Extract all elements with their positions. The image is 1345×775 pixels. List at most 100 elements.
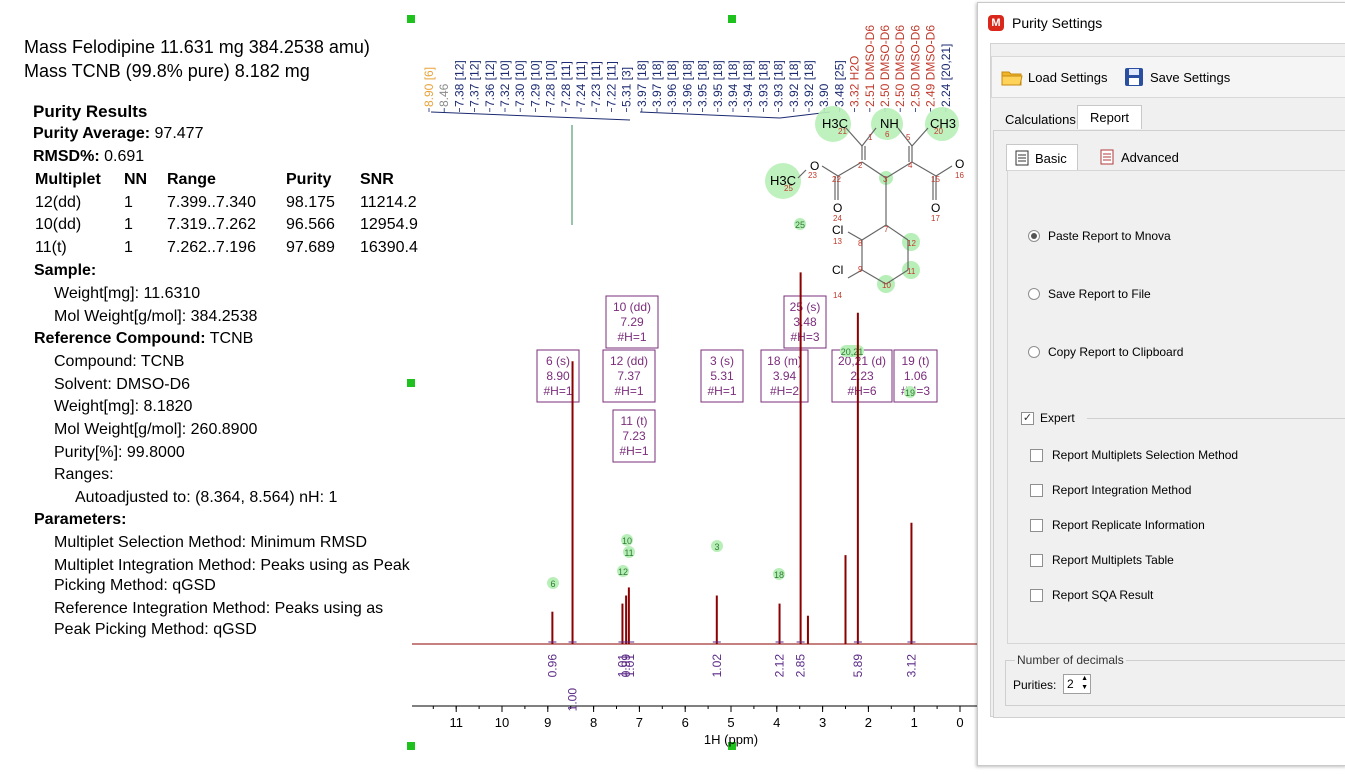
mnova-logo-icon: M — [988, 15, 1004, 31]
radio-button[interactable] — [1028, 288, 1040, 300]
atom-label: 5 — [906, 133, 911, 142]
integral-label: 3.12 — [904, 654, 918, 678]
atom-label: 10 — [882, 281, 891, 290]
radio-save-report[interactable]: Save Report to File — [1028, 287, 1151, 301]
checkbox[interactable] — [1030, 483, 1043, 497]
multiplet-box-text: 19 (t) — [901, 354, 929, 368]
radio-button[interactable] — [1028, 230, 1040, 242]
check-report-integration-method[interactable]: Report Integration Method — [1030, 483, 1191, 497]
checkbox[interactable] — [1030, 518, 1043, 532]
assignment-label: 19 — [905, 388, 915, 398]
x-tick-label: 4 — [773, 715, 780, 730]
peak-label: 7.37 [12] — [468, 60, 482, 107]
x-tick-label: 9 — [544, 715, 551, 730]
peak-label: 7.30 [10] — [513, 60, 527, 107]
peak-label: 7.32 [10] — [498, 60, 512, 107]
atom-label: 25 — [784, 184, 793, 193]
x-axis-label: 1H (ppm) — [704, 732, 758, 747]
peak-label: 3.32 H2O — [848, 56, 862, 107]
atom-label: 1 — [868, 133, 873, 142]
check-report-sqa-result[interactable]: Report SQA Result — [1030, 588, 1153, 602]
peak-label: 3.93 [18] — [756, 60, 770, 107]
x-tick-label: 11 — [449, 715, 463, 730]
load-settings-label: Load Settings — [1028, 69, 1108, 85]
atom-label: 14 — [833, 291, 842, 300]
spin-down-icon[interactable]: ▼ — [1081, 684, 1088, 691]
subtab-advanced[interactable]: Advanced — [1091, 144, 1189, 170]
integral-label: 1.00 — [566, 688, 580, 712]
peak-label: 2.50 DMSO-D6 — [908, 25, 922, 107]
atom-label: 24 — [833, 214, 842, 223]
multiplet-box-text: 6 (s) — [546, 354, 570, 368]
x-tick-label: 3 — [819, 715, 826, 730]
check-report-multiplets-table[interactable]: Report Multiplets Table — [1030, 553, 1174, 567]
spin-up-icon[interactable]: ▲ — [1081, 675, 1088, 682]
purities-spinbox[interactable]: 2 ▲ ▼ — [1063, 674, 1091, 694]
atom-label: NH — [880, 116, 899, 131]
x-tick-label: 8 — [590, 715, 597, 730]
peak-label: 5.31 [3] — [620, 67, 634, 107]
dialog-titlebar[interactable]: M Purity Settings — [978, 3, 1345, 43]
peak-label: 7.23 [11] — [589, 61, 603, 107]
peak-label: 3.97 [18] — [650, 60, 664, 107]
load-settings-button[interactable]: Load Settings — [1001, 64, 1108, 90]
dialog-body: Load Settings Save Settings Calculations… — [990, 43, 1345, 718]
multiplet-box-text: 5.31 — [710, 369, 734, 383]
atom-label: 7 — [884, 225, 889, 234]
purity-settings-dialog[interactable]: M Purity Settings Load Settings Save Set… — [977, 2, 1345, 766]
multiplet-box-text: 7.23 — [622, 429, 646, 443]
check-report-selection-method[interactable]: Report Multiplets Selection Method — [1030, 448, 1238, 462]
check-report-replicate-info[interactable]: Report Replicate Information — [1030, 518, 1205, 532]
atom-label: 9 — [858, 265, 863, 274]
multiplet-box-text: 25 (s) — [790, 300, 821, 314]
radio-button[interactable] — [1028, 346, 1040, 358]
integral-label: 0.96 — [545, 654, 559, 678]
atom-label: 20 — [934, 127, 943, 136]
tab-calculations[interactable]: Calculations — [993, 108, 1088, 131]
atom-label: Cl — [832, 263, 843, 277]
multiplet-box-text: 3.94 — [773, 369, 797, 383]
multiplet-box-text: 2.23 — [850, 369, 874, 383]
peak-label: 3.92 [18] — [802, 60, 816, 107]
report-settings-icon — [1100, 149, 1114, 165]
atom-label: 4 — [908, 161, 913, 170]
radio-paste-report[interactable]: Paste Report to Mnova — [1028, 229, 1171, 243]
subtab-basic[interactable]: Basic — [1006, 144, 1078, 171]
peak-label: 3.92 [18] — [787, 60, 801, 107]
assignment-label: 18 — [774, 570, 784, 580]
atom-label: O — [833, 201, 842, 215]
multiplet-box-text: #H=1 — [614, 384, 643, 398]
peak-label: 7.36 [12] — [483, 60, 497, 107]
x-tick-label: 1 — [911, 715, 918, 730]
multiplet-box-text: 3.48 — [793, 315, 817, 329]
multiplet-box-text: 7.37 — [617, 369, 641, 383]
integral-label: 1.02 — [710, 654, 724, 678]
dialog-title: Purity Settings — [1012, 15, 1103, 31]
multiplet-box-text: 7.29 — [620, 315, 644, 329]
peak-label: 3.94 [18] — [726, 60, 740, 107]
multiplet-box-text: #H=6 — [847, 384, 876, 398]
checkbox[interactable]: ✓ — [1021, 411, 1034, 425]
purities-label: Purities: — [1013, 678, 1057, 692]
checkbox[interactable] — [1030, 588, 1043, 602]
radio-copy-report[interactable]: Copy Report to Clipboard — [1028, 345, 1183, 359]
atom-label: 2 — [858, 161, 863, 170]
folder-icon — [1001, 71, 1023, 86]
peak-label: 2.24 [20,21] — [939, 44, 953, 107]
peak-label: 3.96 [18] — [680, 60, 694, 107]
peak-label: 3.93 [18] — [772, 60, 786, 107]
peak-label: 2.50 DMSO-D6 — [878, 25, 892, 107]
atom-label: 16 — [955, 171, 964, 180]
x-tick-label: 6 — [682, 715, 689, 730]
atom-label: 12 — [907, 239, 916, 248]
peak-label: 7.22 [11] — [604, 61, 618, 107]
assignment-label: 6 — [550, 579, 555, 589]
x-tick-label: 2 — [865, 715, 872, 730]
atom-label: 22 — [832, 175, 841, 184]
expert-checkbox[interactable]: ✓ Expert — [1021, 411, 1075, 425]
checkbox[interactable] — [1030, 448, 1043, 462]
atom-label: 8 — [858, 239, 863, 248]
checkbox[interactable] — [1030, 553, 1043, 567]
save-settings-button[interactable]: Save Settings — [1124, 64, 1230, 90]
tab-report[interactable]: Report — [1077, 105, 1143, 129]
